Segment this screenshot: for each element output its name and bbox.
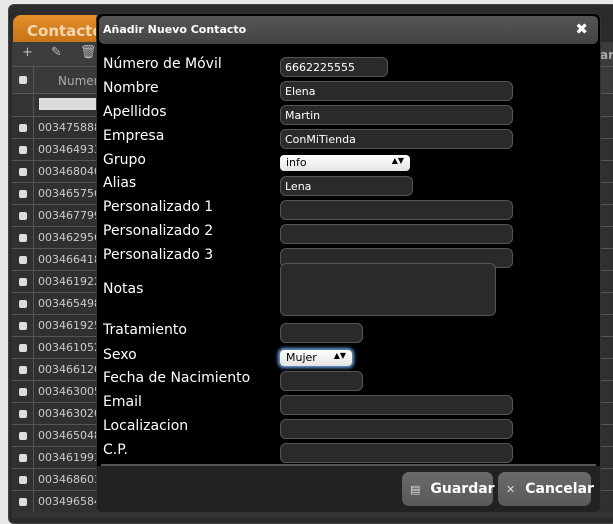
row-checkbox[interactable] bbox=[18, 233, 27, 242]
plus-icon[interactable]: + bbox=[22, 45, 33, 63]
personalizado-1-input[interactable] bbox=[280, 200, 513, 220]
dialog-title-bar[interactable]: Añadir Nuevo Contacto ✖ bbox=[99, 16, 598, 44]
label-nu-mero-de-mo-vil: Número de Móvil bbox=[103, 56, 222, 72]
label-alias: Alias bbox=[103, 175, 137, 191]
label-c-p: C.P. bbox=[103, 442, 128, 458]
row-numero: 003496584 bbox=[38, 495, 101, 508]
save-button[interactable]: ▤ Guardar bbox=[402, 472, 495, 506]
nu-mero-de-mo-vil-input[interactable]: 6662225555 bbox=[280, 57, 388, 77]
personalizado-2-input[interactable] bbox=[280, 224, 513, 244]
select-arrows-icon: ▲▼ bbox=[333, 351, 346, 360]
row-checkbox[interactable] bbox=[18, 189, 27, 198]
pencil-icon[interactable]: ✎ bbox=[51, 45, 62, 63]
column-header-numero[interactable]: Numero bbox=[34, 67, 106, 93]
label-grupo: Grupo bbox=[103, 152, 146, 168]
trash-icon[interactable]: 🗑 bbox=[80, 45, 97, 63]
row-checkbox[interactable] bbox=[18, 123, 27, 132]
label-notas: Notas bbox=[103, 281, 144, 297]
save-icon: ▤ bbox=[410, 483, 421, 496]
row-numero: 003468040 bbox=[38, 165, 101, 178]
label-empresa: Empresa bbox=[103, 128, 165, 144]
row-checkbox[interactable] bbox=[18, 167, 27, 176]
email-input[interactable] bbox=[280, 395, 513, 415]
select-arrows-icon: ▲▼ bbox=[391, 156, 404, 165]
label-nombre: Nombre bbox=[103, 80, 159, 96]
row-numero: 003461052 bbox=[38, 341, 101, 354]
c-p-input[interactable] bbox=[280, 443, 513, 463]
row-checkbox[interactable] bbox=[18, 475, 27, 484]
row-numero: 003465498 bbox=[38, 297, 101, 310]
row-checkbox[interactable] bbox=[18, 343, 27, 352]
label-personalizado-2: Personalizado 2 bbox=[103, 223, 214, 239]
row-checkbox[interactable] bbox=[18, 299, 27, 308]
label-fecha-de-nacimiento: Fecha de Nacimiento bbox=[103, 370, 251, 386]
cancel-button[interactable]: ✕ Cancelar bbox=[498, 472, 594, 506]
select-all-checkbox[interactable] bbox=[18, 76, 27, 84]
row-numero: 003475888 bbox=[38, 121, 101, 134]
row-checkbox[interactable] bbox=[18, 387, 27, 396]
label-tratamiento: Tratamiento bbox=[103, 322, 187, 338]
fecha-de-nacimiento-input[interactable] bbox=[280, 371, 363, 391]
row-checkbox[interactable] bbox=[18, 365, 27, 374]
label-personalizado-1: Personalizado 1 bbox=[103, 199, 214, 215]
label-email: Email bbox=[103, 394, 142, 410]
row-numero: 003466418 bbox=[38, 253, 101, 266]
tratamiento-input[interactable] bbox=[280, 323, 363, 343]
label-sexo: Sexo bbox=[103, 347, 137, 363]
grupo-select[interactable]: info ▲▼ bbox=[280, 155, 410, 171]
dialog-title: Añadir Nuevo Contacto bbox=[103, 23, 247, 36]
row-numero: 003461993 bbox=[38, 451, 101, 464]
sexo-select[interactable]: Mujer ▲▼ bbox=[280, 350, 352, 366]
row-checkbox[interactable] bbox=[18, 255, 27, 264]
row-checkbox[interactable] bbox=[18, 321, 27, 330]
localizacion-input[interactable] bbox=[280, 419, 513, 439]
row-checkbox[interactable] bbox=[18, 497, 27, 506]
row-numero: 003465756 bbox=[38, 187, 101, 200]
row-numero: 003466120 bbox=[38, 363, 101, 376]
close-icon[interactable]: ✖ bbox=[575, 20, 588, 38]
empresa-input[interactable]: ConMiTienda bbox=[280, 129, 513, 149]
row-numero: 003461922 bbox=[38, 275, 101, 288]
notas-textarea[interactable] bbox=[280, 263, 496, 316]
label-apellidos: Apellidos bbox=[103, 104, 167, 120]
apellidos-input[interactable]: Martin bbox=[280, 105, 513, 125]
row-checkbox[interactable] bbox=[18, 145, 27, 154]
add-contact-dialog: Añadir Nuevo Contacto ✖ Número de Móvil 6… bbox=[96, 13, 601, 513]
row-checkbox[interactable] bbox=[18, 277, 27, 286]
divider bbox=[101, 464, 596, 466]
nombre-input[interactable]: Elena bbox=[280, 81, 513, 101]
row-numero: 003468603 bbox=[38, 473, 101, 486]
close-icon: ✕ bbox=[506, 483, 516, 496]
row-checkbox[interactable] bbox=[18, 431, 27, 440]
label-localizacion: Localizacion bbox=[103, 418, 189, 434]
row-checkbox[interactable] bbox=[18, 409, 27, 418]
row-numero: 003462956 bbox=[38, 231, 101, 244]
row-numero: 003463005 bbox=[38, 385, 101, 398]
row-numero: 003461925 bbox=[38, 319, 101, 332]
row-numero: 003465048 bbox=[38, 429, 101, 442]
row-checkbox[interactable] bbox=[18, 211, 27, 220]
row-numero: 003467799 bbox=[38, 209, 101, 222]
row-checkbox[interactable] bbox=[18, 453, 27, 462]
label-personalizado-3: Personalizado 3 bbox=[103, 247, 214, 263]
alias-input[interactable]: Lena bbox=[280, 176, 413, 196]
row-numero: 003463020 bbox=[38, 407, 101, 420]
row-numero: 003464933 bbox=[38, 143, 101, 156]
right-header-fragment: ar bbox=[600, 48, 613, 62]
